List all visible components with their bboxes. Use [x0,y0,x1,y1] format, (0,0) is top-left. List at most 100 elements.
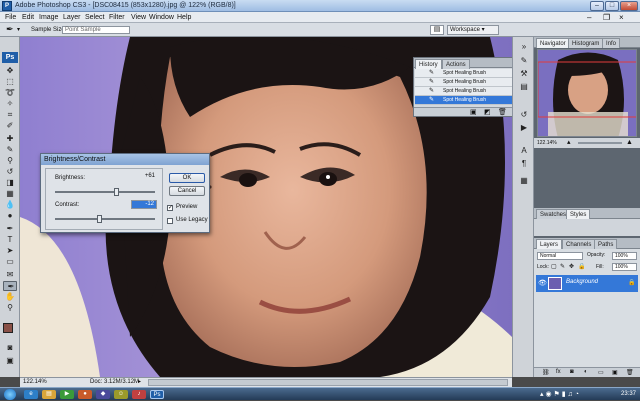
doc-restore-icon[interactable]: ❐ [600,12,613,23]
magic-wand-tool[interactable]: ✧ [3,99,17,109]
eyedropper-tool[interactable]: ✒ [3,281,17,291]
notes-tool[interactable]: ✉ [3,270,17,280]
eraser-tool[interactable]: ◨ [3,178,17,188]
opacity-input[interactable]: 100% [612,252,637,260]
healing-brush-tool[interactable]: ✚ [3,134,17,144]
new-group-icon[interactable]: ▭ [598,369,604,376]
brush-tool[interactable]: ✎ [3,145,17,155]
taskbar-messenger-icon[interactable]: ☺ [114,390,128,399]
link-layers-icon[interactable]: ⛓ [542,369,550,376]
contrast-slider-thumb[interactable] [97,215,102,223]
tool-preset-arrow-icon[interactable]: ▾ [17,24,20,36]
fill-input[interactable]: 100% [612,263,637,271]
history-row-selected[interactable]: ✎ Spot Healing Brush [415,96,515,105]
lasso-tool[interactable]: ➰ [3,88,17,98]
layer-style-icon[interactable]: fx [556,369,561,375]
pen-tool[interactable]: ✒ [3,224,17,234]
tab-channels[interactable]: Channels [562,239,596,249]
adjustment-layer-icon[interactable]: ◐ [584,369,588,375]
zoom-out-icon[interactable]: ▴ [567,138,571,148]
history-brush-tool[interactable]: ↺ [3,167,17,177]
foreground-color-swatch[interactable] [3,323,13,333]
new-snapshot-icon[interactable]: ◩ [484,108,491,117]
move-tool[interactable]: ✥ [3,66,17,76]
palette-well-icon[interactable]: ▤ [430,25,444,35]
taskbar-media-icon[interactable]: ▶ [60,390,74,399]
new-document-icon[interactable]: ▣ [470,108,477,117]
doc-close-icon[interactable]: × [616,12,627,23]
sample-size-select[interactable]: Point Sample [62,26,130,34]
new-layer-icon[interactable]: ▣ [612,369,618,376]
history-row[interactable]: ✎ Spot Healing Brush [415,87,515,96]
history-row[interactable]: ✎ Spot Healing Brush [415,69,515,78]
taskbar-firefox-icon[interactable]: ● [78,390,92,399]
navigator-zoom-value[interactable]: 122.14% [537,138,557,148]
layer-name[interactable]: Background [566,279,598,285]
tab-actions[interactable]: Actions [442,59,470,69]
clock[interactable]: 23:37 [621,388,636,401]
menu-window[interactable]: Window [146,12,177,23]
start-button[interactable] [4,389,16,400]
taskbar-photoshop-icon[interactable]: Ps [150,390,164,399]
status-menu-arrow-icon[interactable]: ▸ [138,378,141,387]
path-selection-tool[interactable]: ➤ [3,246,17,256]
menu-select[interactable]: Select [82,12,107,23]
dock-clone-source-icon[interactable]: ▤ [516,81,532,92]
tray-icons[interactable]: ▴ ◉ ⚑ ▮ ♫ ◔ [540,390,579,398]
tab-info[interactable]: Info [602,38,621,48]
doc-minimize-icon[interactable]: – [584,12,594,23]
zoom-readout[interactable]: 122.14% [23,378,47,387]
lock-position-icon[interactable]: ✥ [569,263,574,270]
brightness-slider-track[interactable] [55,191,155,193]
tab-histogram[interactable]: Histogram [568,38,604,48]
dock-tool-presets-icon[interactable]: ⚒ [516,68,532,79]
trash-icon[interactable]: 🗑 [498,108,507,117]
dock-brushes-icon[interactable]: ✎ [516,55,532,66]
history-row[interactable]: ✎ Spot Healing Brush [415,78,515,87]
menu-help[interactable]: Help [174,12,194,23]
dock-layer-comps-icon[interactable]: ▦ [516,175,532,186]
brightness-value[interactable]: +61 [131,173,157,182]
dock-collapse-icon[interactable]: » [516,41,532,52]
use-legacy-checkbox[interactable] [167,218,173,224]
menu-layer[interactable]: Layer [60,12,84,23]
taskbar-music-icon[interactable]: ♪ [132,390,146,399]
brightness-slider-thumb[interactable] [114,188,119,196]
lock-image-icon[interactable]: ✎ [560,263,565,270]
blend-mode-select[interactable]: Normal [537,252,583,260]
dock-character-icon[interactable]: A [516,145,532,156]
shape-tool[interactable]: ▭ [3,257,17,267]
contrast-slider-track[interactable] [55,218,155,220]
menu-edit[interactable]: Edit [19,12,37,23]
tab-history[interactable]: History [415,59,442,69]
cancel-button[interactable]: Cancel [169,186,205,196]
tab-swatches[interactable]: Swatches [536,209,571,219]
tab-layers[interactable]: Layers [536,239,563,249]
tab-paths[interactable]: Paths [594,239,618,249]
minimize-button[interactable]: – [590,1,604,11]
navigator-zoom-slider[interactable] [578,142,622,144]
menu-image[interactable]: Image [36,12,61,23]
dock-paragraph-icon[interactable]: ¶ [516,158,532,169]
close-button[interactable]: × [620,1,638,11]
clone-stamp-tool[interactable]: ⚲ [3,156,17,166]
preview-checkbox[interactable]: ✓ [167,205,173,211]
marquee-tool[interactable]: ⬚ [3,77,17,87]
dodge-tool[interactable]: ● [3,211,17,221]
menu-filter[interactable]: Filter [106,12,128,23]
menu-file[interactable]: File [2,12,19,23]
blur-tool[interactable]: 💧 [3,200,17,210]
type-tool[interactable]: T [3,235,17,245]
workspace-button[interactable]: Workspace ▾ [447,25,499,35]
navigator-preview[interactable] [537,49,637,137]
dock-history-icon[interactable]: ↺ [516,109,532,120]
maximize-button[interactable]: □ [605,1,619,11]
eye-visibility-icon[interactable]: 👁 [538,279,547,287]
taskbar-explorer-icon[interactable]: ▤ [42,390,56,399]
layer-row-background[interactable]: 👁 Background 🔒 [536,275,638,292]
slice-tool[interactable]: ✐ [3,121,17,131]
tab-styles[interactable]: Styles [566,209,591,219]
contrast-value-input[interactable]: -12 [131,200,157,209]
taskbar-app-icon[interactable]: ◆ [96,390,110,399]
screen-mode-icon[interactable]: ▣ [3,356,17,366]
